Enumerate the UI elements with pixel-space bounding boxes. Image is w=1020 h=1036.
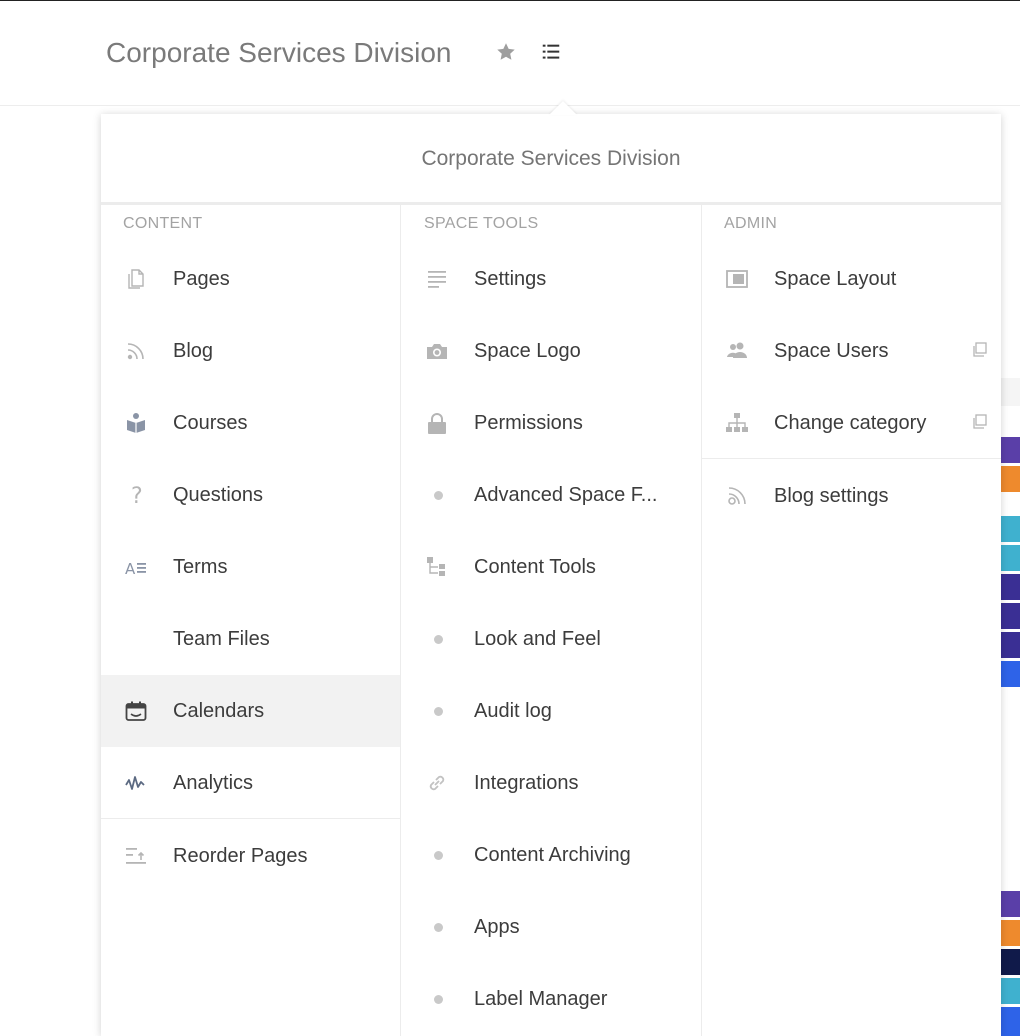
admin-divider	[702, 458, 1001, 459]
menu-item-blog-settings[interactable]: Blog settings	[702, 460, 1001, 532]
svg-text:A: A	[125, 560, 136, 578]
menu-item-settings[interactable]: Settings	[402, 243, 701, 315]
rss-icon	[127, 343, 144, 360]
menu-item-label: Content Tools	[474, 556, 596, 578]
users-icon	[727, 342, 747, 358]
menu-item-label: Terms	[173, 556, 228, 578]
menu-item-label-manager[interactable]: Label Manager	[402, 963, 701, 1035]
menu-item-questions[interactable]: ? Questions	[101, 459, 400, 531]
menu-item-reorder-pages[interactable]: Reorder Pages	[101, 820, 400, 892]
star-icon[interactable]	[495, 41, 517, 63]
menu-item-label: Permissions	[474, 412, 583, 434]
space-tools-column: SPACE TOOLS Settings Space Logo Permissi…	[402, 205, 702, 1036]
layout-icon	[726, 270, 748, 288]
content-column: CONTENT Pages Blog Courses ? Questions A…	[101, 205, 401, 1036]
menu-item-label: Space Layout	[774, 268, 897, 290]
dot-icon	[434, 995, 443, 1004]
admin-column: ADMIN Space Layout Space Users Change ca…	[702, 205, 1001, 1036]
menu-item-change-category[interactable]: Change category	[702, 387, 1001, 459]
space-title[interactable]: Corporate Services Division	[106, 37, 451, 69]
menu-item-label: Analytics	[173, 772, 254, 794]
menu-item-analytics[interactable]: Analytics	[101, 747, 400, 819]
popup-caret	[549, 101, 577, 115]
space-tools-heading: SPACE TOOLS	[424, 215, 539, 232]
camera-icon	[427, 344, 447, 359]
menu-item-space-users[interactable]: Space Users	[702, 315, 1001, 387]
menu-item-label: Audit log	[474, 700, 552, 722]
pages-icon	[128, 269, 144, 289]
admin-heading: ADMIN	[724, 215, 778, 232]
menu-item-permissions[interactable]: Permissions	[402, 387, 701, 459]
menu-item-content-archiving[interactable]: Content Archiving	[402, 819, 701, 891]
menu-item-team-files[interactable]: Team Files	[101, 603, 400, 675]
dot-icon	[434, 851, 443, 860]
analytics-icon	[125, 776, 145, 790]
menu-item-courses[interactable]: Courses	[101, 387, 400, 459]
menu-item-label: Space Users	[774, 340, 889, 362]
menu-item-label: Blog settings	[774, 485, 889, 507]
content-tools-icon	[427, 557, 445, 576]
menu-item-calendars[interactable]: Calendars	[101, 675, 400, 747]
content-divider	[101, 818, 400, 819]
settings-lines-icon	[428, 271, 446, 288]
space-tools-popup: Corporate Services Division CONTENT Page…	[101, 101, 1001, 1036]
menu-item-apps[interactable]: Apps	[402, 891, 701, 963]
menu-item-label: Questions	[173, 484, 264, 506]
menu-item-label: Courses	[173, 412, 248, 434]
menu-item-label: Change category	[774, 412, 927, 434]
menu-item-label: Pages	[173, 268, 230, 290]
svg-text:?: ?	[131, 484, 143, 507]
menu-item-label: Settings	[474, 268, 547, 290]
hierarchy-icon	[726, 413, 748, 432]
menu-item-space-layout[interactable]: Space Layout	[702, 243, 1001, 315]
content-heading: CONTENT	[123, 215, 203, 232]
menu-item-terms[interactable]: A Terms	[101, 531, 400, 603]
menu-item-label: Apps	[474, 916, 520, 938]
dot-icon	[434, 635, 443, 644]
menu-item-label: Space Logo	[474, 340, 581, 362]
reorder-icon	[126, 848, 146, 864]
menu-item-label: Label Manager	[474, 988, 608, 1010]
calendar-icon	[125, 701, 147, 721]
dot-icon	[434, 491, 443, 500]
menu-item-label: Look and Feel	[474, 628, 601, 650]
dot-icon	[434, 923, 443, 932]
menu-item-pages[interactable]: Pages	[101, 243, 400, 315]
menu-item-content-tools[interactable]: Content Tools	[402, 531, 701, 603]
space-header: Corporate Services Division	[0, 1, 1020, 106]
menu-item-label: Content Archiving	[474, 844, 631, 866]
menu-item-label: Team Files	[173, 628, 270, 650]
question-icon: ?	[131, 484, 143, 507]
menu-item-advanced-space-features[interactable]: Advanced Space F...	[402, 459, 701, 531]
terms-icon: A	[125, 560, 146, 578]
menu-item-label: Reorder Pages	[173, 845, 308, 867]
menu-item-label: Blog	[173, 340, 214, 362]
courses-icon	[127, 413, 145, 433]
external-window-icon	[973, 414, 987, 429]
link-icon	[429, 775, 445, 791]
lock-icon	[428, 413, 446, 434]
popup-title: Corporate Services Division	[101, 114, 1001, 205]
menu-item-audit-log[interactable]: Audit log	[402, 675, 701, 747]
menu-item-space-logo[interactable]: Space Logo	[402, 315, 701, 387]
menu-item-look-and-feel[interactable]: Look and Feel	[402, 603, 701, 675]
space-menu-icon[interactable]	[540, 41, 562, 63]
dot-icon	[434, 707, 443, 716]
menu-item-blog[interactable]: Blog	[101, 315, 400, 387]
menu-item-label: Advanced Space F...	[474, 484, 658, 506]
blog-settings-icon	[728, 487, 746, 505]
menu-item-label: Integrations	[474, 772, 579, 794]
menu-item-label: Calendars	[173, 700, 265, 722]
external-window-icon	[973, 342, 987, 357]
menu-item-integrations[interactable]: Integrations	[402, 747, 701, 819]
